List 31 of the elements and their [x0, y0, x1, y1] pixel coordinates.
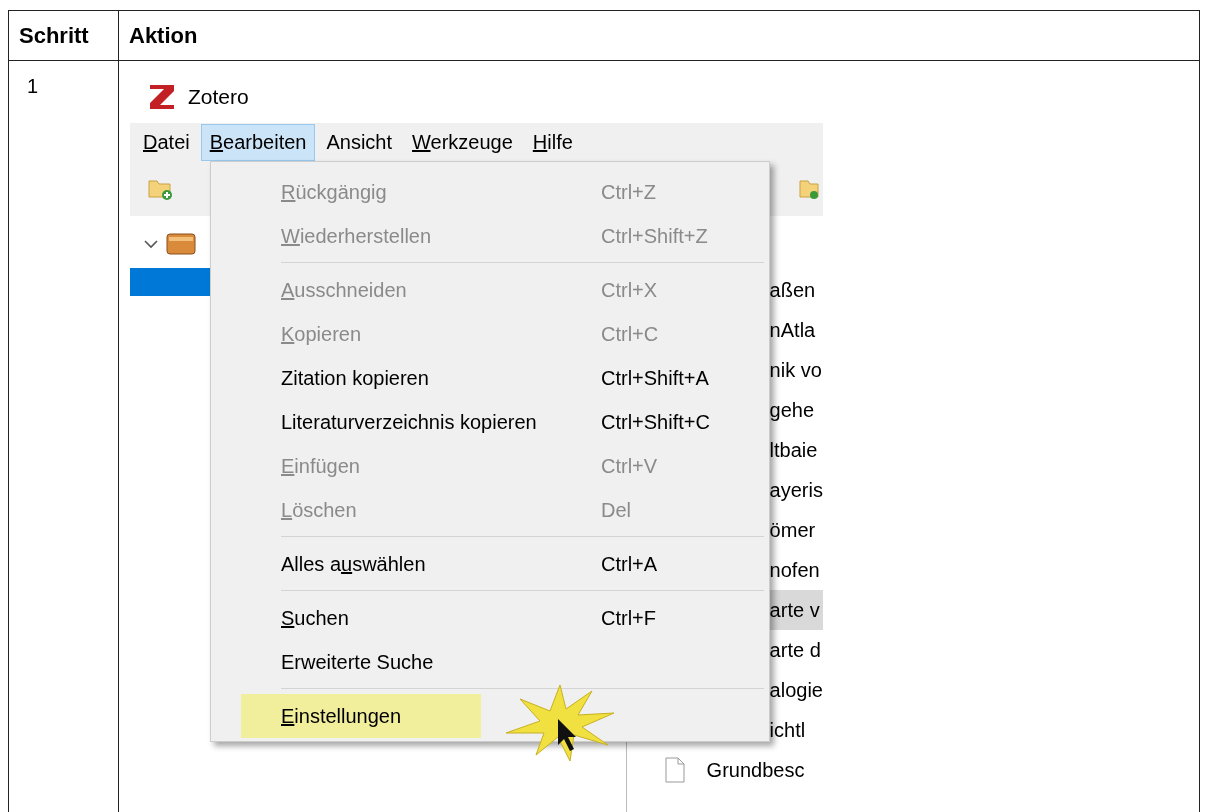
- item-title[interactable]: gehe: [769, 398, 815, 422]
- window-title: Zotero: [188, 85, 249, 109]
- item-title[interactable]: ichtl: [769, 718, 806, 742]
- logo-icon: [148, 83, 176, 111]
- item-title[interactable]: nAtla: [769, 318, 816, 342]
- item-title[interactable]: alogie: [769, 678, 823, 702]
- menu-item[interactable]: Erweiterte Suche: [211, 640, 769, 684]
- item-title[interactable]: aßen: [769, 278, 816, 302]
- table-cell: 1: [8, 60, 119, 812]
- menu[interactable]: Datei: [134, 123, 199, 161]
- menu[interactable]: Hilfe: [523, 123, 582, 161]
- menu-item[interactable]: Zitation kopieren Ctrl+Shift+A: [211, 356, 769, 400]
- menu-item[interactable]: Suchen Ctrl+F: [211, 596, 769, 640]
- menu-item[interactable]: Literaturverzeichnis kopieren Ctrl+Shift+C: [211, 400, 769, 444]
- item-title[interactable]: arte d: [769, 638, 821, 662]
- library-icon: [166, 232, 196, 256]
- chevron-icon[interactable]: [144, 239, 158, 249]
- column-header: Schritt: [8, 10, 119, 61]
- menu[interactable]: Ansicht: [317, 123, 402, 161]
- item-title[interactable]: ayeris: [769, 478, 823, 502]
- menu-item[interactable]: Alles auswählen Ctrl+A: [211, 542, 769, 586]
- column-header: Aktion: [118, 10, 1200, 61]
- item-title[interactable]: Grundbesc: [706, 758, 805, 782]
- menu-item[interactable]: Einstellungen: [241, 694, 481, 738]
- item-title[interactable]: nik vo: [769, 358, 822, 382]
- menu[interactable]: Bearbeiten: [200, 123, 316, 161]
- item-title[interactable]: ömer: [769, 518, 816, 542]
- item-title[interactable]: nofen: [769, 558, 820, 582]
- item-title[interactable]: ltbaie: [769, 438, 818, 462]
- document-icon: [664, 757, 685, 783]
- menu[interactable]: Werkzeuge: [403, 123, 522, 161]
